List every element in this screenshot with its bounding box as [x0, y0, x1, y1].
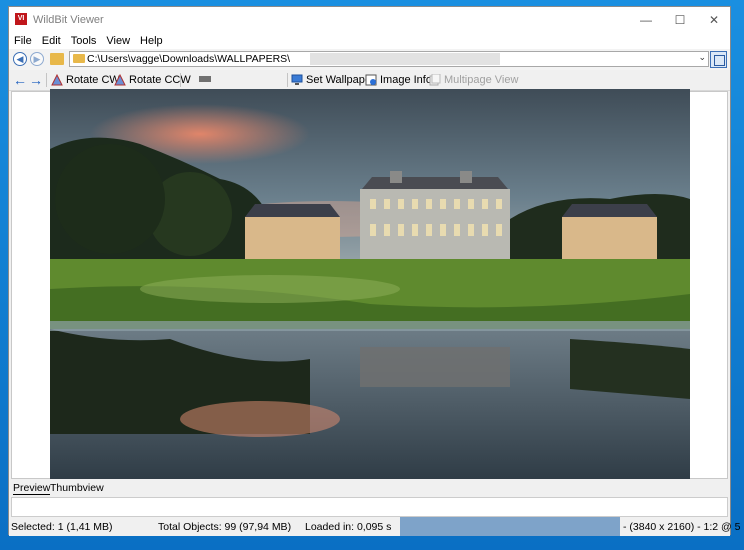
multipage-view-button[interactable]: Multipage View [429, 72, 518, 88]
nav-back-icon[interactable]: ◀ [13, 52, 27, 66]
app-window: VI WildBit Viewer — ☐ ✕ File Edit Tools … [8, 6, 740, 536]
monitor-icon [291, 74, 303, 85]
minimize-button[interactable]: — [629, 7, 663, 33]
color-swatch[interactable] [199, 76, 211, 82]
image-info-button[interactable]: Image Info [365, 72, 432, 88]
separator [46, 73, 47, 87]
window-title: WildBit Viewer [33, 14, 104, 26]
status-total-objects: Total Objects: 99 (97,94 MB) [158, 521, 292, 533]
image-viewer[interactable] [11, 89, 728, 480]
status-dimensions: - (3840 x 2160) - 1:2 @ 5 [623, 521, 741, 533]
next-image-button[interactable]: → [29, 72, 43, 88]
image-info-label: Image Info [380, 74, 432, 86]
multipage-view-label: Multipage View [444, 74, 519, 86]
folder-icon [73, 54, 85, 63]
view-tabs: Preview Thumbview [9, 479, 730, 497]
info-panel [11, 497, 728, 517]
menu-view[interactable]: View [101, 33, 135, 49]
redacted-filename [400, 517, 620, 536]
separator [287, 73, 288, 87]
tab-thumbview[interactable]: Thumbview [50, 482, 104, 494]
redacted-path [310, 53, 500, 65]
status-bar: Selected: 1 (1,41 MB) Total Objects: 99 … [9, 517, 740, 536]
title-bar[interactable]: VI WildBit Viewer — ☐ ✕ [9, 7, 730, 33]
nav-forward-icon[interactable]: ▶ [30, 52, 44, 66]
menu-file[interactable]: File [9, 33, 37, 49]
menu-edit[interactable]: Edit [37, 33, 66, 49]
path-text: C:\Users\vagge\Downloads\WALLPAPERS\ [87, 53, 291, 65]
pages-icon [429, 74, 441, 86]
prev-image-button[interactable]: ← [13, 72, 27, 88]
toolbar: ← → Rotate CW Rotate CCW Set Wallpaper I… [9, 70, 730, 91]
folder-tree-icon[interactable] [50, 53, 64, 65]
app-logo-icon: VI [15, 13, 27, 25]
set-wallpaper-button[interactable]: Set Wallpaper [291, 72, 375, 88]
menu-bar: File Edit Tools View Help [9, 33, 730, 49]
path-input[interactable]: C:\Users\vagge\Downloads\WALLPAPERS\ ⌄ [69, 51, 709, 67]
menu-tools[interactable]: Tools [66, 33, 102, 49]
close-button[interactable]: ✕ [697, 7, 731, 33]
rotate-cw-button[interactable]: Rotate CW [51, 72, 120, 88]
chevron-down-icon[interactable]: ⌄ [698, 52, 706, 63]
maximize-button[interactable]: ☐ [663, 7, 697, 33]
menu-help[interactable]: Help [135, 33, 168, 49]
rotate-cw-icon [51, 74, 63, 86]
rotate-ccw-icon [114, 74, 126, 86]
separator [180, 73, 181, 87]
rotate-cw-label: Rotate CW [66, 74, 120, 86]
address-bar: ◀ ▶ C:\Users\vagge\Downloads\WALLPAPERS\… [9, 49, 730, 70]
fit-window-icon[interactable] [710, 51, 727, 68]
rotate-ccw-label: Rotate CCW [129, 74, 191, 86]
status-loaded-time: Loaded in: 0,095 s [305, 521, 392, 533]
tab-preview[interactable]: Preview [13, 482, 51, 495]
wallpaper-image [50, 89, 690, 480]
image-info-icon [365, 74, 377, 86]
status-selected: Selected: 1 (1,41 MB) [11, 521, 113, 533]
